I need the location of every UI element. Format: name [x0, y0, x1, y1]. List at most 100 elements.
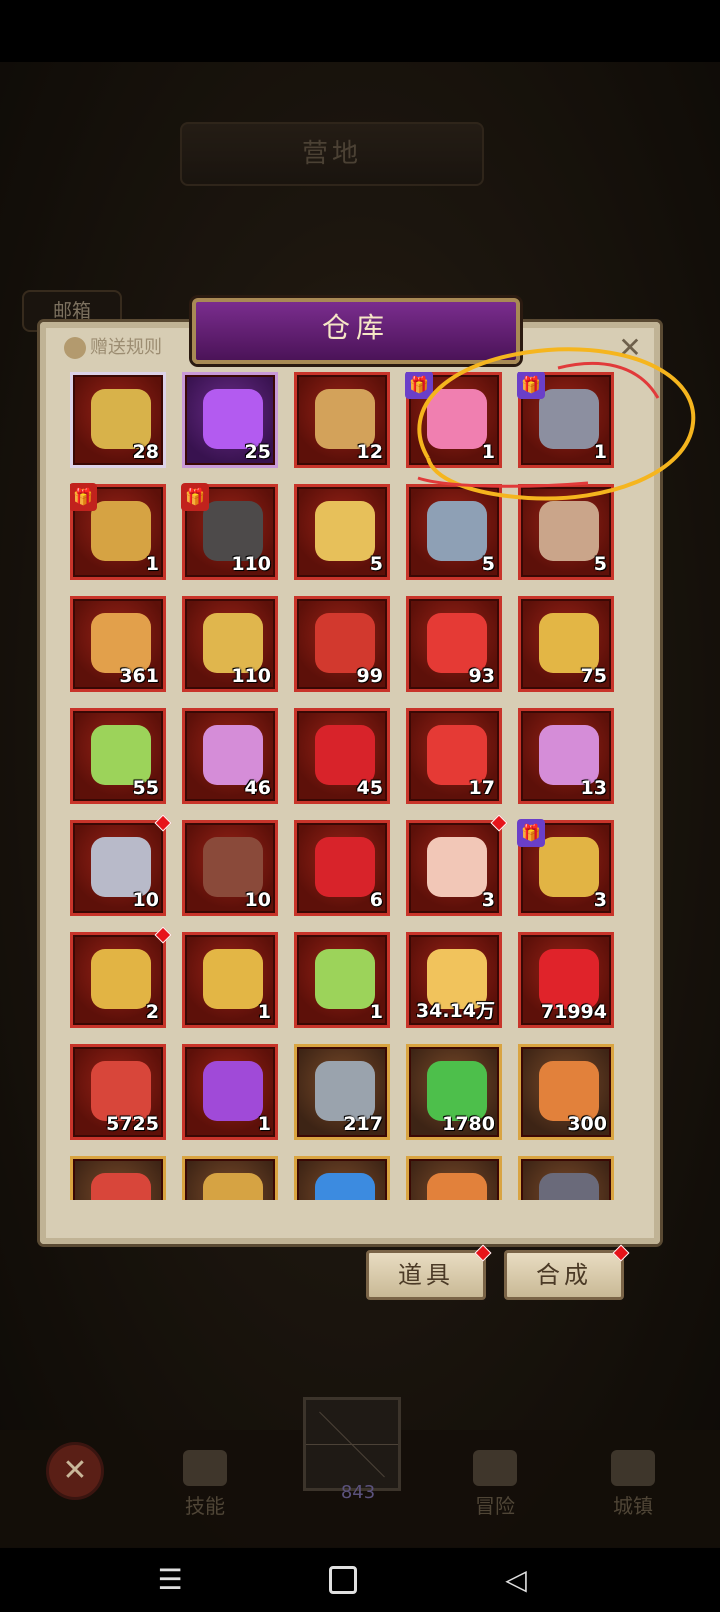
- rainbow-crystal-icon: [203, 725, 263, 785]
- item-quantity: 361: [119, 665, 159, 687]
- nav-center-emblem[interactable]: [303, 1397, 401, 1491]
- recent-apps-button[interactable]: ☰: [150, 1560, 190, 1600]
- red-dot-badge: [490, 814, 508, 832]
- inventory-slot[interactable]: 3 🎁: [517, 819, 614, 916]
- silver-key-icon: [315, 1061, 375, 1121]
- inventory-slot[interactable]: 55: [70, 708, 166, 804]
- inventory-slot[interactable]: 46: [182, 708, 278, 804]
- gold-ore-icon: [203, 949, 263, 1009]
- gift-box-icon: [539, 837, 599, 897]
- item-quantity: 1: [257, 1113, 271, 1135]
- inventory-slot[interactable]: 12: [294, 372, 390, 468]
- nav-town-label: 城镇: [613, 1494, 653, 1518]
- red-dot-badge: [154, 814, 172, 832]
- inventory-slot[interactable]: 25: [182, 372, 278, 468]
- item-quantity: 93: [468, 665, 495, 687]
- inventory-slot[interactable]: 2: [70, 926, 172, 1028]
- ruby-icon: [539, 949, 599, 1009]
- inventory-slot[interactable]: [294, 1156, 390, 1200]
- orange-orb-icon: [427, 1173, 487, 1200]
- item-quantity: 13: [580, 777, 607, 799]
- gift-rules-button[interactable]: 赠送规则: [64, 334, 162, 362]
- stone-icon: [539, 1173, 599, 1200]
- inventory-slot[interactable]: 13: [518, 708, 614, 804]
- ruby-pendant-icon: [91, 1061, 151, 1121]
- gift-box-icon: [91, 949, 151, 1009]
- inventory-slot[interactable]: 3: [406, 814, 508, 916]
- item-quantity: 28: [132, 441, 159, 463]
- inventory-slot[interactable]: 5: [294, 484, 390, 580]
- item-quantity: 110: [231, 665, 271, 687]
- cupcake-icon: [427, 837, 487, 897]
- close-icon[interactable]: ✕: [46, 1442, 104, 1500]
- inventory-slot[interactable]: 93: [406, 596, 502, 692]
- inventory-slot[interactable]: 361: [70, 596, 166, 692]
- inventory-slot[interactable]: 110: [182, 596, 278, 692]
- gift-badge-icon: 🎁: [181, 483, 209, 511]
- nav-adventure[interactable]: 冒险: [440, 1450, 550, 1519]
- item-quantity: 1: [145, 553, 159, 575]
- feather-icon: [91, 613, 151, 673]
- item-quantity: 300: [567, 1113, 607, 1135]
- inventory-slot[interactable]: 1: [294, 932, 390, 1028]
- inventory-slot[interactable]: 1: [182, 1044, 278, 1140]
- items-button[interactable]: 道具: [366, 1244, 492, 1300]
- inventory-slot[interactable]: 10: [182, 820, 278, 916]
- hand-drawn-circle-annotation: [417, 347, 696, 501]
- item-quantity: 3: [593, 889, 607, 911]
- red-crystal-icon: [315, 725, 375, 785]
- red-dot-badge: [154, 926, 172, 944]
- item-quantity: 45: [356, 777, 383, 799]
- map-icon: [473, 1450, 517, 1486]
- back-button[interactable]: ◁: [496, 1560, 536, 1600]
- inventory-slot[interactable]: 99: [294, 596, 390, 692]
- inventory-slot[interactable]: 1: [182, 932, 278, 1028]
- item-quantity: 46: [244, 777, 271, 799]
- green-potion-icon: [427, 1061, 487, 1121]
- inventory-slot[interactable]: 1780: [406, 1044, 502, 1140]
- inventory-slot[interactable]: 17: [406, 708, 502, 804]
- home-button[interactable]: [323, 1560, 363, 1600]
- item-quantity: 25: [244, 441, 271, 463]
- item-quantity: 71994: [540, 1001, 607, 1023]
- item-quantity: 55: [132, 777, 159, 799]
- item-quantity: 1: [369, 1001, 383, 1023]
- items-button-label: 道具: [398, 1261, 454, 1289]
- inventory-slot[interactable]: [70, 1156, 166, 1200]
- item-quantity: 17: [468, 777, 495, 799]
- inventory-slot[interactable]: 10: [70, 814, 172, 916]
- red-crystal-icon: [91, 1173, 151, 1200]
- item-quantity: 5: [369, 553, 383, 575]
- inventory-slot[interactable]: 34.14万: [406, 932, 502, 1028]
- inventory-slot[interactable]: [518, 1156, 614, 1200]
- inventory-slot[interactable]: 300: [518, 1044, 614, 1140]
- item-quantity: 217: [343, 1113, 383, 1135]
- item-quantity: 10: [132, 889, 159, 911]
- inventory-slot[interactable]: 75: [518, 596, 614, 692]
- nav-skills[interactable]: 技能: [150, 1450, 260, 1519]
- inventory-slot[interactable]: 5725: [70, 1044, 166, 1140]
- item-quantity: 3: [481, 889, 495, 911]
- dark-chest-icon: [203, 501, 263, 561]
- item-quantity: 6: [369, 889, 383, 911]
- inventory-slot[interactable]: 110 🎁: [181, 483, 278, 580]
- nav-town[interactable]: 城镇: [578, 1450, 688, 1519]
- inventory-slot[interactable]: 217: [294, 1044, 390, 1140]
- inventory-slot[interactable]: 28: [70, 372, 166, 468]
- synthesize-button-label: 合成: [536, 1261, 592, 1289]
- rainbow-crystal-icon: [539, 725, 599, 785]
- item-quantity: 5: [481, 553, 495, 575]
- inventory-slot[interactable]: 1 🎁: [70, 483, 166, 580]
- synthesize-button[interactable]: 合成: [504, 1244, 630, 1300]
- amulet-icon: [203, 1173, 263, 1200]
- inventory-slot[interactable]: 45: [294, 708, 390, 804]
- inventory-slot[interactable]: [406, 1156, 502, 1200]
- scroll-icon: [183, 1450, 227, 1486]
- red-orb-icon: [427, 725, 487, 785]
- inventory-slot[interactable]: 71994: [518, 932, 614, 1028]
- inventory-slot[interactable]: [182, 1156, 278, 1200]
- item-quantity: 1: [257, 1001, 271, 1023]
- inventory-slot[interactable]: 6: [294, 820, 390, 916]
- grey-creature-icon: [91, 837, 151, 897]
- golden-helmet-icon: [91, 389, 151, 449]
